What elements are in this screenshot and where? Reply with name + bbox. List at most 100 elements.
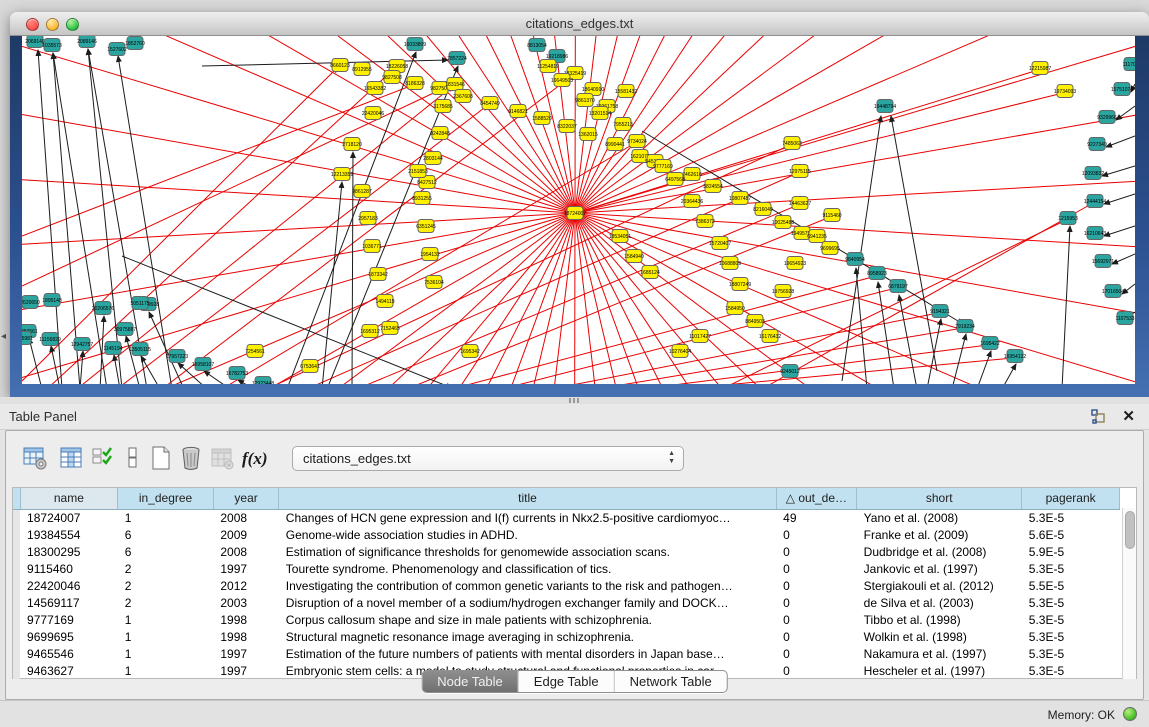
red-citation-edge xyxy=(77,86,453,384)
red-citation-edge xyxy=(117,105,488,384)
red-citation-edge xyxy=(22,67,338,381)
graph-node-label: 12444154 xyxy=(1084,199,1106,205)
graph-node-label: 9242848 xyxy=(430,131,450,137)
float-window-icon[interactable] xyxy=(1091,409,1107,425)
graph-node-label: 16782753 xyxy=(226,371,248,377)
row-gutter-cell xyxy=(13,662,20,679)
graph-node-label: 7536104 xyxy=(424,280,444,286)
table-row[interactable]: 969969511998Structural magnetic resonanc… xyxy=(13,628,1120,645)
black-citation-edge xyxy=(878,282,894,384)
graph-node-label: 10276404 xyxy=(669,349,691,355)
graph-node-label: 8322037 xyxy=(557,124,577,130)
divider-grip-handle[interactable] xyxy=(569,398,581,403)
graph-node-label: 8931255 xyxy=(412,196,432,202)
graph-node-label: 2620650 xyxy=(22,300,40,306)
graph-node-label: 20364436 xyxy=(681,199,703,205)
column-checks-icon[interactable] xyxy=(90,445,118,473)
table-row[interactable]: 1456911722003Disruption of a novel membe… xyxy=(13,594,1120,611)
graph-node-label: 9146821 xyxy=(508,109,528,115)
graph-node-label: 9245012 xyxy=(780,369,800,375)
table-cell: 0 xyxy=(776,594,857,611)
tab-network-table[interactable]: Network Table xyxy=(614,671,727,692)
row-gutter-cell xyxy=(13,543,20,560)
red-citation-edge xyxy=(575,213,1120,384)
graph-node-label: 1695422 xyxy=(980,341,1000,347)
graph-node-label: 16958107 xyxy=(192,362,214,368)
panel-divider[interactable] xyxy=(0,397,1149,404)
delete-table-icon[interactable] xyxy=(178,445,206,473)
tab-node-table[interactable]: Node Table xyxy=(422,671,518,692)
black-citation-edge xyxy=(1116,106,1135,120)
table-row[interactable]: 911546021997Tourette syndrome. Phenomeno… xyxy=(13,560,1120,577)
graph-node-label: 6941235 xyxy=(807,234,827,240)
graph-node-label: 8186328 xyxy=(405,81,425,87)
graph-node-label: 1215953 xyxy=(1058,216,1078,222)
table-selector-dropdown[interactable]: citations_edges.txt ▲▼ xyxy=(292,446,684,471)
red-citation-edge xyxy=(22,36,575,213)
graph-node-label: 3175685 xyxy=(433,104,453,110)
graph-node-label: 1873342 xyxy=(368,272,388,278)
graph-node-label: 9861287 xyxy=(352,189,372,195)
table-row[interactable]: 946554611997Estimation of the future num… xyxy=(13,645,1120,662)
graph-node-label: 15581432 xyxy=(615,89,637,95)
table-row[interactable]: 1830029562008Estimation of significance … xyxy=(13,543,1120,560)
column-header-title[interactable]: title xyxy=(279,488,776,509)
table-cell: 1 xyxy=(118,662,214,679)
graph-node-label: 7386372 xyxy=(695,219,715,225)
red-citation-edge xyxy=(495,213,575,384)
select-columns-icon[interactable] xyxy=(58,445,86,473)
table-settings-icon[interactable] xyxy=(22,445,50,473)
black-citation-edge xyxy=(977,351,991,384)
table-cell: 0 xyxy=(776,662,857,679)
table-cell: 0 xyxy=(776,560,857,577)
table-cell: 0 xyxy=(776,611,857,628)
table-cell: Dudbridge et al. (2008) xyxy=(857,543,1022,560)
table-cell: Structural magnetic resonance image aver… xyxy=(279,628,776,645)
table-cell: 1997 xyxy=(213,560,278,577)
table-row[interactable]: 1938455462009Genome-wide association stu… xyxy=(13,526,1120,543)
collapse-panel-arrow-icon[interactable]: ◂ xyxy=(1,331,6,342)
table-row[interactable]: 977716911998Corpus callosum shape and si… xyxy=(13,611,1120,628)
graph-node-label: 7485063 xyxy=(782,141,802,147)
rows-icon[interactable] xyxy=(120,445,148,473)
graph-node-label: 1035573 xyxy=(42,43,62,49)
graph-node-label: 17016504 xyxy=(1102,289,1124,295)
column-header-short[interactable]: short xyxy=(857,488,1022,509)
function-builder-icon[interactable]: f(x) xyxy=(242,445,270,473)
graph-node-label: 18226058 xyxy=(386,64,408,70)
table-cell: 19384554 xyxy=(20,526,118,543)
table-cell: Disruption of a novel member of a sodium… xyxy=(279,594,776,611)
black-citation-edge xyxy=(1112,254,1135,264)
network-canvas[interactable]: 2069140103557320891461527602185276016033… xyxy=(22,36,1135,384)
network-window-titlebar[interactable]: citations_edges.txt xyxy=(10,12,1149,36)
table-row[interactable]: 2242004622012Investigating the contribut… xyxy=(13,577,1120,594)
graph-node-label: 7254561 xyxy=(245,349,265,355)
graph-node-label: 18534051 xyxy=(609,234,631,240)
scrollbar-thumb[interactable] xyxy=(1125,511,1135,549)
graph-node-label: 16954122 xyxy=(1004,354,1026,360)
table-cell: 5.3E-5 xyxy=(1022,662,1120,679)
close-panel-icon[interactable]: ✕ xyxy=(1122,407,1135,425)
column-header-out_de[interactable]: △ out_de… xyxy=(776,488,857,509)
table-vertical-scrollbar[interactable] xyxy=(1122,508,1137,679)
table-cell: 9465546 xyxy=(20,645,118,662)
red-citation-edge xyxy=(22,94,575,213)
column-header-in_degree[interactable]: in_degree xyxy=(118,488,214,509)
new-table-icon[interactable] xyxy=(148,445,176,473)
black-citation-edge xyxy=(952,334,966,384)
graph-node-label: 8990441 xyxy=(605,142,625,148)
table-panel-title: Table Panel xyxy=(9,409,77,424)
table-cell: Tibbo et al. (1998) xyxy=(857,611,1022,628)
table-cell: 5.3E-5 xyxy=(1022,628,1120,645)
black-citation-edge xyxy=(29,338,42,384)
column-header-pagerank[interactable]: pagerank xyxy=(1022,488,1120,509)
table-panel-header: Table Panel ✕ xyxy=(0,404,1149,430)
tab-edge-table[interactable]: Edge Table xyxy=(518,671,614,692)
table-row[interactable]: 1872400712008Changes of HCN gene express… xyxy=(13,509,1120,526)
row-gutter-cell xyxy=(13,628,20,645)
column-header-year[interactable]: year xyxy=(213,488,278,509)
table-cell: 5.3E-5 xyxy=(1022,611,1120,628)
graph-node-label: 11017427 xyxy=(689,334,711,340)
column-header-name[interactable]: name xyxy=(20,488,118,509)
table-cell: 5.3E-5 xyxy=(1022,645,1120,662)
